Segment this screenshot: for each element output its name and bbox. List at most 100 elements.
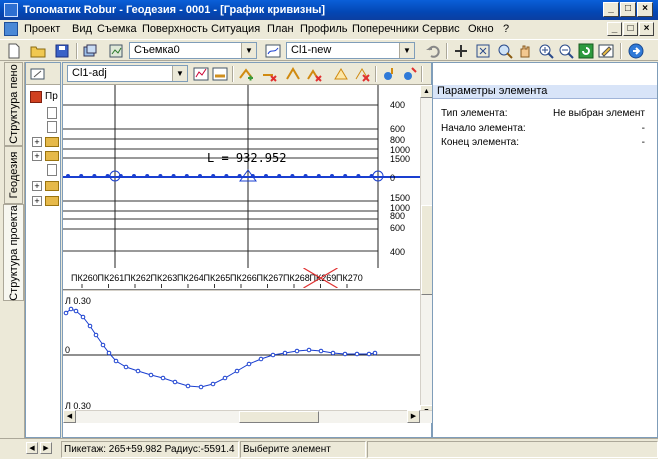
- curvature-point: [270, 352, 276, 358]
- curvature-point: [246, 361, 252, 367]
- undo-icon[interactable]: [425, 43, 441, 59]
- curvature-point: [63, 310, 69, 316]
- menu-surface[interactable]: Поверхность: [142, 23, 208, 35]
- tree-item-icon[interactable]: [47, 164, 57, 176]
- tab-geodesy[interactable]: Геодезия: [4, 146, 23, 204]
- plan-view[interactable]: L = 932.952 400 600 800 1000 1500 0 1500…: [63, 85, 420, 268]
- remove-vertex-icon[interactable]: [306, 66, 322, 82]
- add-element-icon[interactable]: [238, 66, 254, 82]
- tab-scroll-left-icon[interactable]: ◀: [26, 442, 38, 454]
- curvature-canvas[interactable]: Л 0.30 0 Л 0.30: [63, 291, 420, 411]
- chevron-down-icon[interactable]: ▼: [399, 43, 414, 58]
- menu-project[interactable]: Проект: [24, 23, 60, 35]
- layers-icon[interactable]: [82, 43, 98, 59]
- zoom-in-icon[interactable]: [538, 43, 554, 59]
- tab-structure-secondary[interactable]: Структура пено: [4, 62, 23, 146]
- scroll-left-icon[interactable]: ◀: [63, 410, 76, 423]
- alignment-point: [224, 174, 229, 178]
- tree-expand-icon[interactable]: +: [32, 181, 42, 191]
- tab-project-structure[interactable]: Структура проекта: [3, 204, 24, 301]
- horizontal-scroll-thumb[interactable]: [239, 411, 319, 423]
- alignment-point: [343, 174, 348, 178]
- menu-situation[interactable]: Ситуация: [211, 23, 260, 35]
- close-button[interactable]: ×: [637, 2, 653, 17]
- insert-vertex-icon[interactable]: [285, 66, 301, 82]
- point-down-icon[interactable]: [401, 66, 417, 82]
- scroll-right-icon[interactable]: ▶: [407, 410, 420, 423]
- mdi-restore-button[interactable]: □: [623, 22, 638, 36]
- menu-survey[interactable]: Съемка: [97, 23, 137, 35]
- menu-profile[interactable]: Профиль: [300, 23, 348, 35]
- maximize-button[interactable]: □: [620, 2, 636, 17]
- menu-window[interactable]: Окно: [468, 23, 494, 35]
- split-delete-icon[interactable]: [354, 66, 370, 82]
- axis-label: 1500: [390, 193, 410, 203]
- property-value: -: [641, 123, 645, 134]
- mdi-minimize-button[interactable]: _: [607, 22, 622, 36]
- survey-select[interactable]: Съемка0 ▼: [129, 42, 257, 59]
- tree-expand-icon[interactable]: +: [32, 137, 42, 147]
- curvature-point: [372, 350, 378, 356]
- axis-label: 0: [390, 173, 395, 183]
- folder-icon[interactable]: [45, 181, 59, 191]
- graph-settings-icon[interactable]: [212, 66, 228, 82]
- point-up-icon[interactable]: [381, 66, 397, 82]
- menu-service[interactable]: Сервис: [422, 23, 460, 35]
- curvature-point: [148, 372, 154, 378]
- menu-help[interactable]: ?: [503, 23, 509, 35]
- edit-icon[interactable]: [598, 43, 614, 59]
- tree-expand-icon[interactable]: +: [32, 196, 42, 206]
- survey-icon[interactable]: [108, 43, 124, 59]
- tab-project-structure-label: Структура проекта: [7, 204, 20, 301]
- split-icon[interactable]: [333, 66, 349, 82]
- tree-item-icon[interactable]: [47, 121, 57, 133]
- project-root-label[interactable]: Пр: [45, 91, 58, 102]
- plan-canvas[interactable]: L = 932.952 400 600 800 1000 1500 0 1500…: [63, 85, 420, 268]
- tree-expand-icon[interactable]: +: [32, 151, 42, 161]
- axis-label: 400: [390, 247, 405, 257]
- zoom-out-icon[interactable]: [558, 43, 574, 59]
- tree-edit-icon[interactable]: [30, 66, 46, 82]
- mdi-close-button[interactable]: ×: [639, 22, 654, 36]
- zoom-extents-icon[interactable]: [475, 43, 491, 59]
- graph-icon[interactable]: [193, 66, 209, 82]
- menu-bar: Проект Вид Съемка Поверхность Ситуация П…: [0, 20, 658, 39]
- refresh-icon[interactable]: [578, 43, 594, 59]
- pointer-icon[interactable]: [453, 43, 469, 59]
- status-picket: Пикетаж: 265+59.982 Радиус:-5591.4: [61, 441, 239, 458]
- left-tab-strip: Структура проекта Геодезия Структура пен…: [0, 62, 25, 438]
- project-root-icon[interactable]: [30, 91, 42, 103]
- run-arrow-icon[interactable]: [628, 43, 644, 59]
- app-icon[interactable]: [4, 3, 18, 17]
- element-properties-panel: Параметры элемента Тип элемента: Не выбр…: [432, 62, 658, 438]
- folder-icon[interactable]: [45, 151, 59, 161]
- delete-element-icon[interactable]: [261, 66, 277, 82]
- axis-label: 1500: [390, 154, 410, 164]
- document-icon[interactable]: [4, 22, 18, 36]
- tree-item-icon[interactable]: [47, 107, 57, 119]
- menu-plan[interactable]: План: [267, 23, 294, 35]
- new-file-icon[interactable]: [6, 43, 22, 59]
- alignment-select[interactable]: Cl1-new ▼: [286, 42, 415, 59]
- pan-hand-icon[interactable]: [517, 43, 533, 59]
- menu-cross-sections[interactable]: Поперечники: [352, 23, 419, 35]
- picket-label: ПК265: [204, 273, 231, 283]
- menu-view[interactable]: Вид: [72, 23, 92, 35]
- tab-scroll-right-icon[interactable]: ▶: [40, 442, 52, 454]
- curvature-point: [113, 358, 119, 364]
- open-folder-icon[interactable]: [30, 43, 46, 59]
- property-value: Не выбран элемент: [552, 108, 645, 119]
- chevron-down-icon[interactable]: ▼: [241, 43, 256, 58]
- alignment-point: [237, 174, 242, 178]
- folder-icon[interactable]: [45, 137, 59, 147]
- alignment-point: [356, 174, 361, 178]
- save-icon[interactable]: [54, 43, 70, 59]
- zoom-window-icon[interactable]: [497, 43, 513, 59]
- chevron-down-icon[interactable]: ▼: [172, 66, 187, 81]
- curvature-view[interactable]: Л 0.30 0 Л 0.30: [63, 291, 420, 411]
- alignment-icon[interactable]: [265, 43, 281, 59]
- alignment-view-select[interactable]: Cl1-adj ▼: [67, 65, 188, 82]
- horizontal-scrollbar[interactable]: ◀ ▶: [63, 410, 433, 423]
- minimize-button[interactable]: _: [603, 2, 619, 17]
- folder-icon[interactable]: [45, 196, 59, 206]
